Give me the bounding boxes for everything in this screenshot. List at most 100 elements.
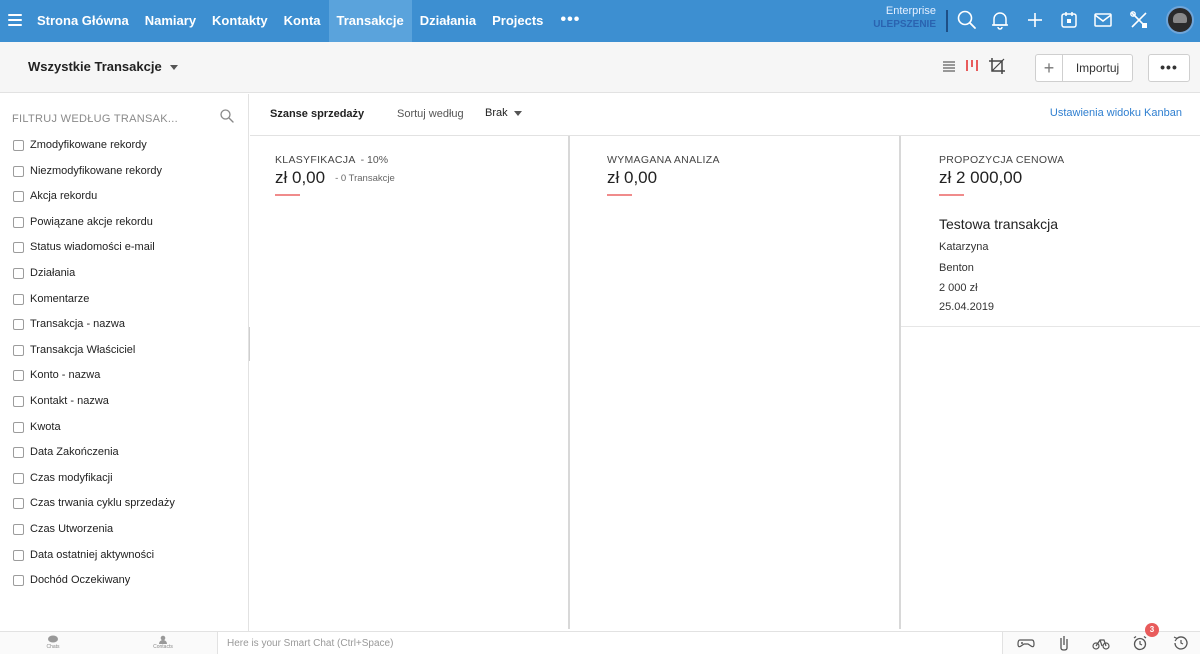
mail-icon[interactable]: [1092, 9, 1114, 31]
column-amount-row: zł 2 000,00: [939, 168, 1032, 188]
kanban-view-icon[interactable]: [963, 57, 981, 75]
filter-item[interactable]: Kontakt - nazwa: [13, 392, 175, 418]
edition-name: Enterprise: [885, 5, 936, 17]
filter-checkbox[interactable]: [13, 319, 24, 331]
filter-label: Czas modyfikacji: [30, 471, 113, 484]
filter-checkbox[interactable]: [13, 421, 24, 433]
more-actions-button[interactable]: •••: [1148, 54, 1190, 82]
filter-checkbox[interactable]: [13, 549, 24, 561]
tab-konta[interactable]: Konta: [276, 0, 329, 42]
filter-checkbox[interactable]: [13, 165, 24, 177]
menu-icon[interactable]: [6, 11, 24, 29]
bottom-bar: Chats Contacts Here is your Smart Chat (…: [0, 623, 1200, 654]
add-deal-button[interactable]: +: [1035, 54, 1062, 82]
filter-label: Konto - nazwa: [30, 369, 101, 382]
filter-item[interactable]: Status wiadomości e-mail: [13, 238, 175, 264]
filter-item[interactable]: Data ostatniej aktywności: [13, 546, 175, 572]
filter-label: Komentarze: [30, 292, 90, 305]
kanban-column-propozycja-cenowa: PROPOZYCJA CENOWA zł 2 000,00 Testowa tr…: [901, 136, 1200, 629]
filter-checkbox[interactable]: [13, 191, 24, 203]
stage-name: WYMAGANA ANALIZA: [607, 154, 720, 166]
filter-label: Transakcja Właściciel: [30, 343, 136, 356]
chat-icon: [48, 635, 58, 643]
filter-label: Akcja rekordu: [30, 190, 98, 203]
sort-label: Sortuj według: [397, 108, 464, 120]
kanban-column-klasyfikacja: KLASYFIKACJA - 10% zł 0,00 - 0 Transakcje: [250, 136, 568, 629]
clip-icon[interactable]: [1055, 635, 1073, 651]
filter-checkbox[interactable]: [13, 395, 24, 407]
filter-label: Niezmodyfikowane rekordy: [30, 164, 163, 177]
filter-label: Czas trwania cyklu sprzedaży: [30, 497, 175, 510]
upgrade-link[interactable]: ULEPSZENIE: [866, 19, 936, 30]
filter-checkbox[interactable]: [13, 370, 24, 382]
user-avatar[interactable]: [1166, 6, 1194, 34]
tab-transakcje[interactable]: Transakcje: [328, 0, 412, 42]
more-tabs-button[interactable]: •••: [551, 0, 589, 42]
filter-item[interactable]: Czas trwania cyklu sprzedaży: [13, 494, 175, 520]
search-icon[interactable]: [956, 9, 978, 31]
edition-info: Enterprise ULEPSZENIE: [866, 5, 936, 30]
smart-chat-input[interactable]: Here is your Smart Chat (Ctrl+Space): [217, 632, 1003, 654]
alarm-clock-icon[interactable]: [1131, 635, 1149, 651]
filter-header: FILTRUJ WEDŁUG TRANSAK...: [12, 109, 237, 125]
search-icon[interactable]: [219, 108, 235, 124]
filter-item[interactable]: Konto - nazwa: [13, 366, 175, 392]
filter-checkbox[interactable]: [13, 344, 24, 356]
filter-item[interactable]: Powiązane akcje rekordu: [13, 213, 175, 239]
filter-item[interactable]: Data Zakończenia: [13, 443, 175, 469]
filter-item[interactable]: Zmodyfikowane rekordy: [13, 136, 175, 162]
kanban-settings-link[interactable]: Ustawienia widoku Kanban: [1050, 107, 1182, 119]
filter-checkbox[interactable]: [13, 267, 24, 279]
filter-item[interactable]: Czas modyfikacji: [13, 469, 175, 495]
bell-icon[interactable]: [989, 9, 1011, 31]
filter-item[interactable]: Dochód Oczekiwany: [13, 571, 175, 597]
filter-item[interactable]: Akcja rekordu: [13, 187, 175, 213]
filter-checkbox[interactable]: [13, 242, 24, 254]
crop-view-icon[interactable]: [988, 57, 1006, 75]
tab-dzialania[interactable]: Działania: [412, 0, 484, 42]
chats-button[interactable]: Chats: [33, 634, 73, 650]
import-button[interactable]: Importuj: [1062, 54, 1133, 82]
kanban-column-wymagana-analiza: WYMAGANA ANALIZA zł 0,00: [570, 136, 899, 629]
contacts-button[interactable]: Contacts: [143, 634, 183, 650]
filter-checkbox[interactable]: [13, 575, 24, 587]
filter-item[interactable]: Kwota: [13, 418, 175, 444]
filter-item[interactable]: Komentarze: [13, 290, 175, 316]
tab-kontakty[interactable]: Kontakty: [204, 0, 276, 42]
view-selector[interactable]: Wszystkie Transakcje: [28, 59, 178, 74]
list-view-icon[interactable]: [940, 57, 958, 75]
filter-item[interactable]: Czas Utworzenia: [13, 520, 175, 546]
history-icon[interactable]: [1172, 635, 1190, 651]
filter-label: Data Zakończenia: [30, 446, 119, 459]
filter-checkbox[interactable]: [13, 140, 24, 151]
stage-name: PROPOZYCJA CENOWA: [939, 154, 1065, 166]
bicycle-icon[interactable]: [1092, 635, 1110, 651]
filter-label: Data ostatniej aktywności: [30, 548, 155, 561]
filter-checkbox[interactable]: [13, 293, 24, 305]
filter-item[interactable]: Transakcja Właściciel: [13, 341, 175, 367]
filter-label: Transakcja - nazwa: [30, 318, 125, 331]
plus-icon[interactable]: [1024, 9, 1046, 31]
filter-checkbox[interactable]: [13, 472, 24, 484]
filter-checkbox[interactable]: [13, 447, 24, 459]
filter-checkbox[interactable]: [13, 498, 24, 510]
tools-icon[interactable]: [1128, 9, 1150, 31]
filter-item[interactable]: Działania: [13, 264, 175, 290]
filter-item[interactable]: Niezmodyfikowane rekordy: [13, 162, 175, 188]
tab-projects[interactable]: Projects: [484, 0, 551, 42]
deal-card[interactable]: Testowa transakcja Katarzyna Benton 2 00…: [901, 208, 1200, 327]
gamepad-icon[interactable]: [1017, 635, 1035, 651]
filter-item[interactable]: Transakcja - nazwa: [13, 315, 175, 341]
calendar-icon[interactable]: [1058, 9, 1080, 31]
deal-name[interactable]: Testowa transakcja: [939, 216, 1058, 232]
filter-checkbox[interactable]: [13, 523, 24, 535]
stage-bar: [275, 194, 300, 196]
tab-strona-glowna[interactable]: Strona Główna: [29, 0, 137, 42]
column-amount-row: zł 0,00 - 0 Transakcje: [275, 168, 395, 188]
sort-dropdown[interactable]: Brak: [485, 107, 522, 119]
tab-namiary[interactable]: Namiary: [137, 0, 204, 42]
filter-checkbox[interactable]: [13, 216, 24, 228]
filter-label: Czas Utworzenia: [30, 522, 114, 535]
contacts-label: Contacts: [153, 644, 173, 650]
pipeline-selector[interactable]: Szanse sprzedaży: [270, 108, 364, 120]
